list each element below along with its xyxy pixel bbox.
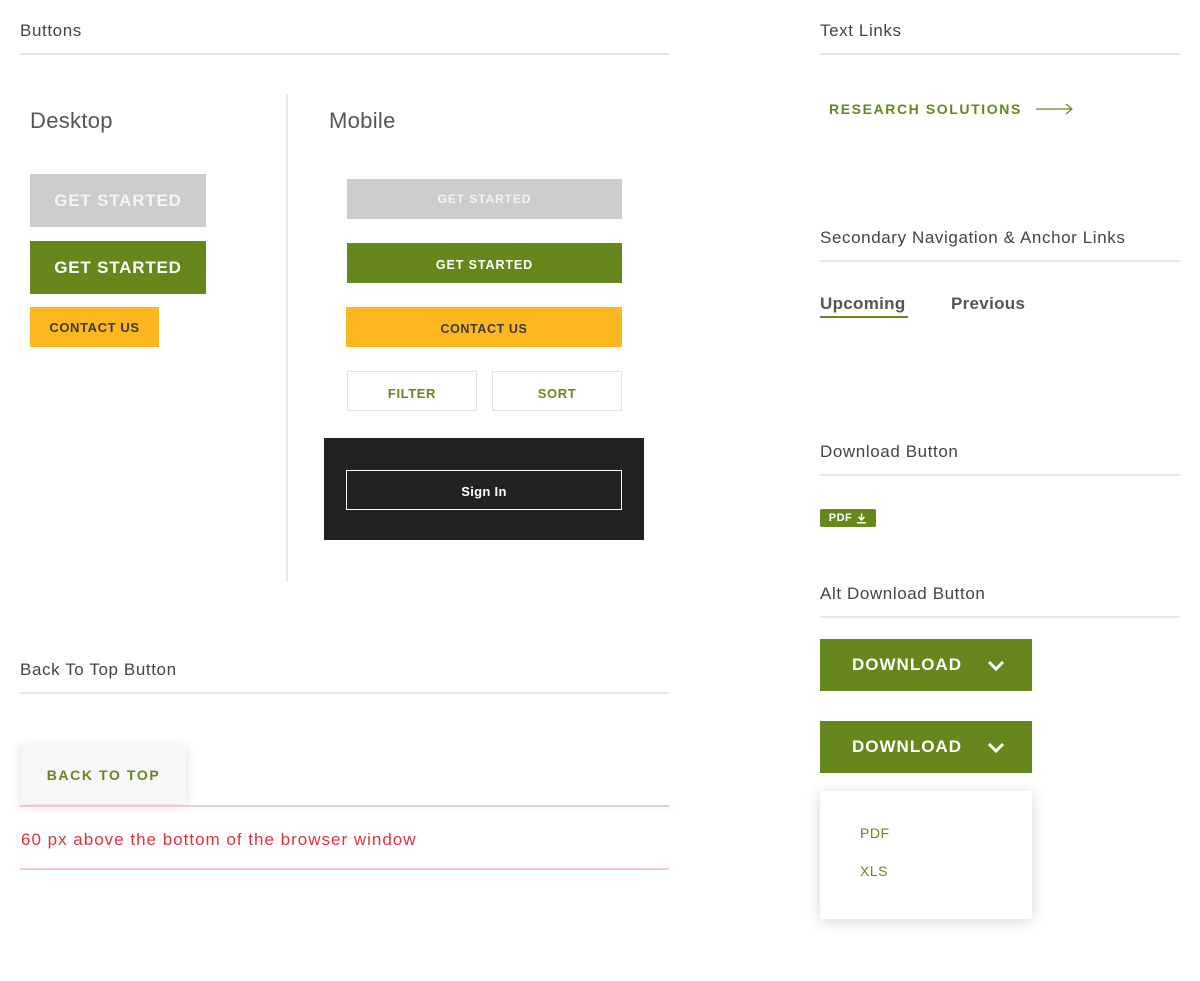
desktop-mobile-divider: [286, 94, 288, 581]
download-dropdown-menu: PDF XLS: [820, 791, 1032, 919]
download-option-xls[interactable]: XLS: [860, 863, 888, 879]
mobile-get-started-disabled-button[interactable]: GET STARTED: [347, 179, 622, 219]
back-to-top-section-title: Back To Top Button: [20, 660, 177, 679]
long-arrow-right-icon: [1035, 102, 1074, 116]
alt-download-section-rule: [820, 616, 1180, 618]
chevron-down-icon: [986, 658, 1006, 672]
download-section-rule: [820, 474, 1180, 476]
download-dropdown-label: DOWNLOAD: [852, 655, 962, 674]
buttons-section-title: Buttons: [20, 21, 82, 40]
chevron-down-icon: [986, 740, 1006, 754]
back-to-top-button[interactable]: BACK TO TOP: [21, 745, 186, 804]
secondary-nav-section-title: Secondary Navigation & Anchor Links: [820, 228, 1126, 247]
pdf-download-button[interactable]: PDF: [820, 509, 876, 527]
tab-previous[interactable]: Previous: [951, 294, 1025, 314]
research-solutions-link-label: RESEARCH SOLUTIONS: [829, 101, 1022, 117]
desktop-get-started-disabled-button[interactable]: GET STARTED: [30, 174, 206, 227]
mobile-sign-in-button[interactable]: Sign In: [346, 470, 622, 510]
download-dropdown-open-label: DOWNLOAD: [852, 737, 962, 756]
mobile-sort-button[interactable]: SORT: [492, 371, 622, 411]
back-to-top-offset-note: 60 px above the bottom of the browser wi…: [21, 830, 417, 849]
download-icon: [856, 513, 867, 524]
download-option-pdf[interactable]: PDF: [860, 825, 890, 841]
alt-download-section-title: Alt Download Button: [820, 584, 986, 603]
desktop-contact-us-button[interactable]: CONTACT US: [30, 307, 159, 347]
text-links-section-rule: [820, 53, 1180, 55]
mobile-filter-button[interactable]: FILTER: [347, 371, 477, 411]
mobile-heading: Mobile: [329, 108, 396, 133]
desktop-get-started-button[interactable]: GET STARTED: [30, 241, 206, 294]
tab-upcoming[interactable]: Upcoming: [820, 294, 906, 314]
download-dropdown-button[interactable]: DOWNLOAD: [820, 639, 1032, 691]
download-dropdown-button-open[interactable]: DOWNLOAD: [820, 721, 1032, 773]
text-links-section-title: Text Links: [820, 21, 902, 40]
research-solutions-link[interactable]: RESEARCH SOLUTIONS: [829, 101, 1074, 117]
back-to-top-offset-rule-top: [20, 805, 669, 807]
tab-upcoming-active-indicator: [820, 316, 908, 318]
pdf-download-label: PDF: [828, 512, 853, 524]
buttons-section-rule: [20, 53, 669, 55]
back-to-top-offset-rule-bottom: [20, 868, 669, 870]
back-to-top-section-rule: [20, 692, 669, 694]
mobile-contact-us-button[interactable]: CONTACT US: [346, 307, 622, 347]
download-section-title: Download Button: [820, 442, 959, 461]
mobile-get-started-button[interactable]: GET STARTED: [347, 243, 622, 283]
desktop-heading: Desktop: [30, 108, 113, 133]
secondary-nav-section-rule: [820, 260, 1180, 262]
